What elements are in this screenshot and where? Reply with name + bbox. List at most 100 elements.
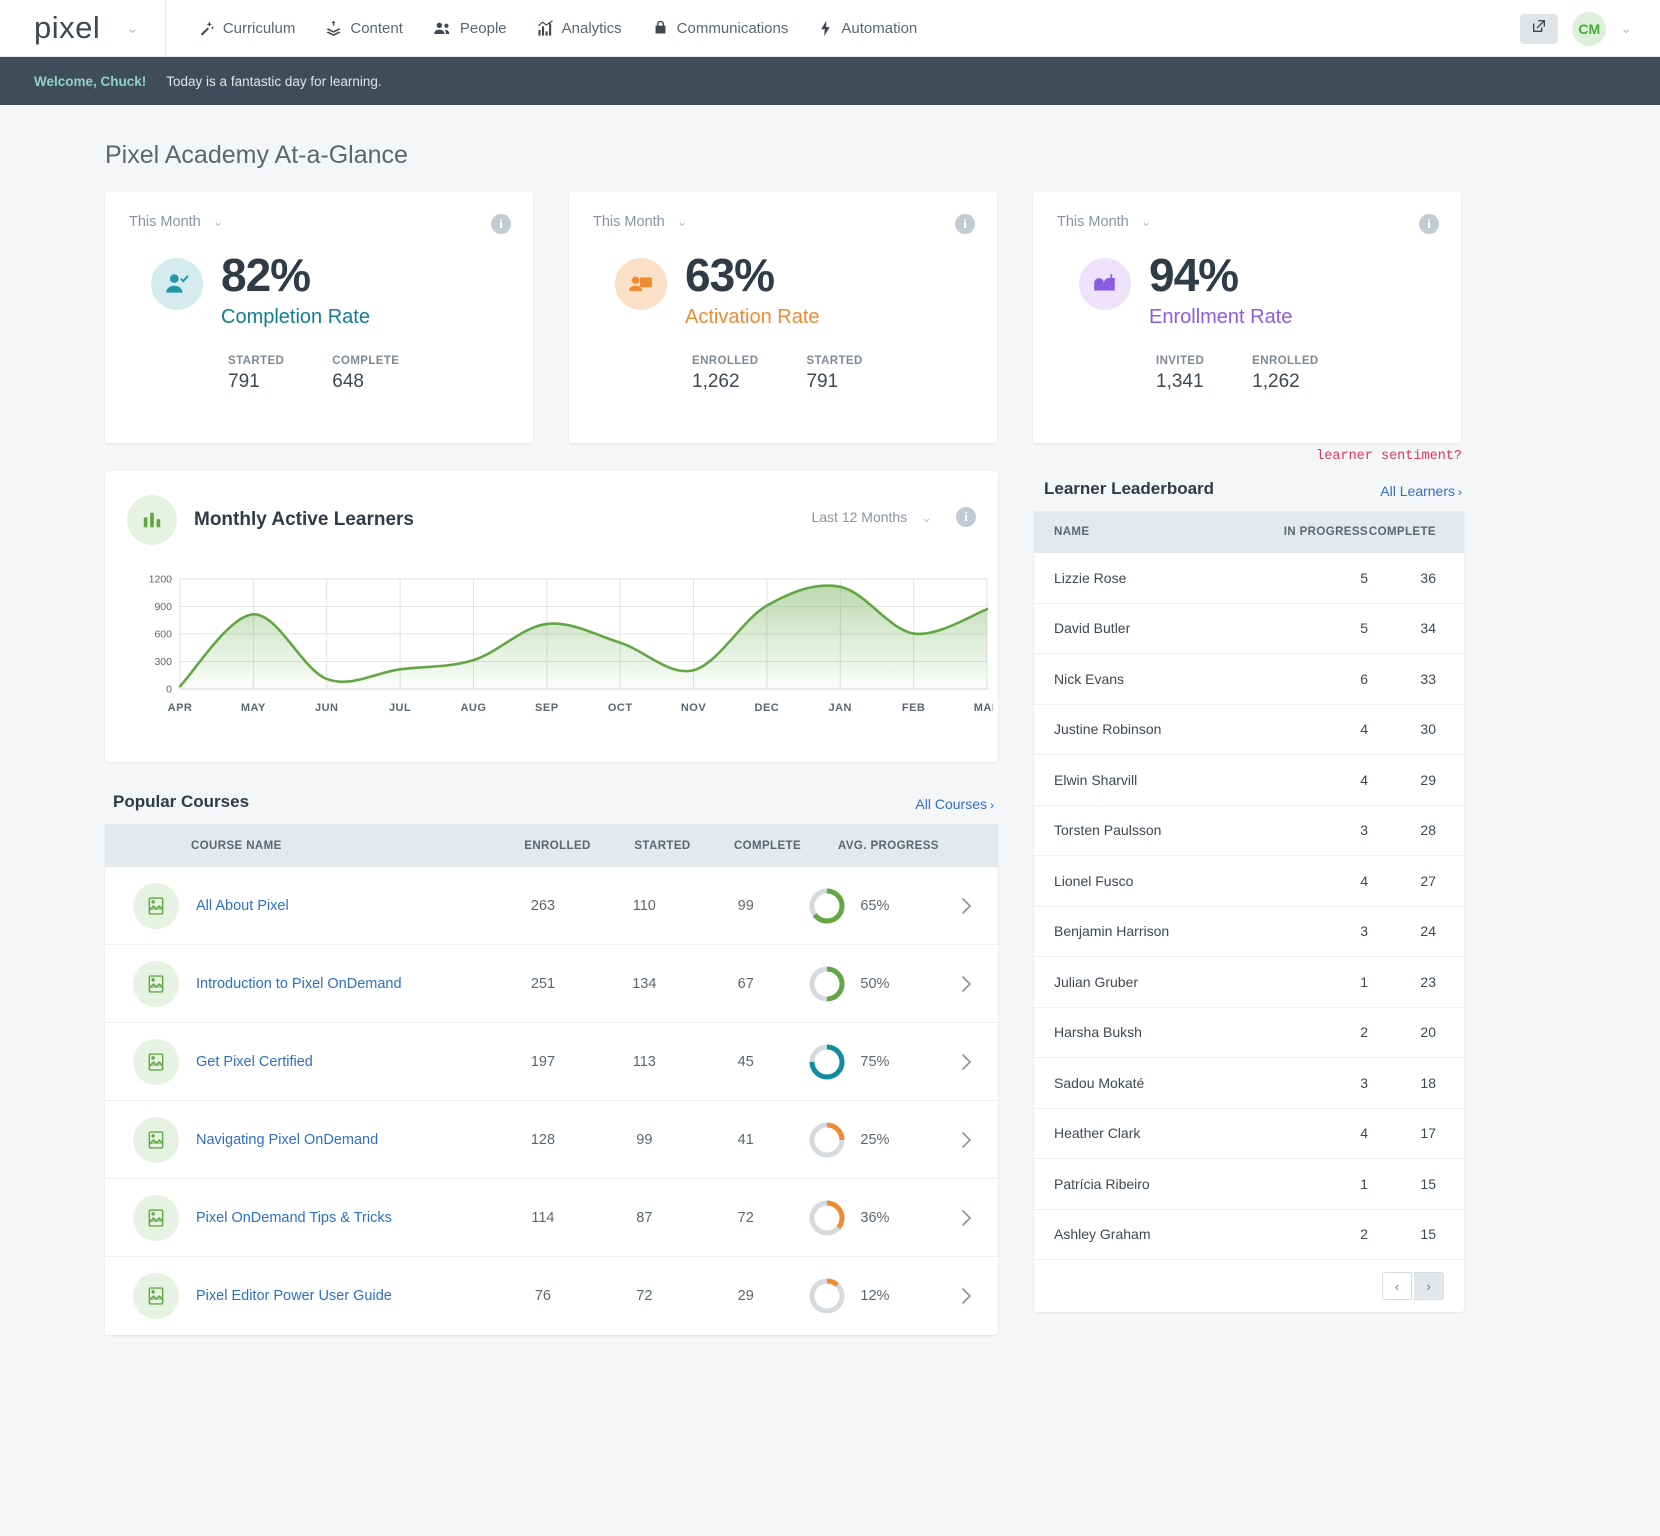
row-chevron-right-icon[interactable] [961, 1287, 998, 1305]
svg-text:JUL: JUL [389, 702, 411, 714]
cell-complete: 36 [1420, 569, 1436, 586]
nav-item-content[interactable]: Content [325, 20, 403, 37]
left-column: Monthly Active Learners Last 12 Months ⌄… [105, 471, 1000, 1335]
course-cell: Introduction to Pixel OnDemand [105, 960, 492, 1007]
table-row[interactable]: Heather Clark 4 17 [1034, 1109, 1464, 1159]
stat-sub-started: STARTED 791 [228, 355, 284, 393]
cell-in-progress: 4 [1360, 721, 1368, 738]
course-name-link[interactable]: Get Pixel Certified [196, 1054, 313, 1070]
table-row[interactable]: Ashley Graham 2 15 [1034, 1210, 1464, 1260]
right-column: learner sentiment? Learner Leaderboard A… [1034, 449, 1464, 1312]
table-row[interactable]: Lizzie Rose 5 36 [1034, 553, 1464, 604]
chevron-down-icon[interactable]: ⌄ [1141, 214, 1152, 230]
cell-complete: 41 [737, 1131, 754, 1148]
course-name-link[interactable]: Navigating Pixel OnDemand [196, 1132, 378, 1148]
stat-card-header[interactable]: This Month ⌄ [129, 214, 509, 230]
table-row[interactable]: Pixel Editor Power User Guide 76 72 29 1… [105, 1257, 998, 1335]
table-row[interactable]: Elwin Sharvill 4 29 [1034, 755, 1464, 806]
table-row[interactable]: Introduction to Pixel OnDemand 251 134 6… [105, 945, 998, 1023]
cell-avg-progress: 12% [796, 1277, 961, 1315]
table-row[interactable]: Patrícia Ribeiro 1 15 [1034, 1159, 1464, 1210]
table-row[interactable]: Navigating Pixel OnDemand 128 99 41 25% [105, 1101, 998, 1179]
chevron-down-icon[interactable]: ⌄ [677, 214, 688, 230]
cell-complete: 20 [1420, 1024, 1436, 1041]
nav-item-analytics[interactable]: Analytics [537, 20, 622, 37]
svg-text:600: 600 [154, 629, 172, 641]
row-chevron-right-icon[interactable] [961, 975, 998, 993]
chart-period-selector[interactable]: Last 12 Months ⌄ [811, 509, 932, 526]
stat-sub-key: ENROLLED [692, 355, 759, 367]
area-chart-svg: 0 300 600 900 1200 APR MAY JUN JUL AUG SEP OCT NOV DE… [149, 574, 1000, 715]
table-row[interactable]: Pixel OnDemand Tips & Tricks 114 87 72 3… [105, 1179, 998, 1257]
cell-complete: 67 [737, 975, 754, 992]
stat-sub-invited: INVITED 1,341 [1156, 355, 1204, 393]
cell-started: 72 [636, 1288, 653, 1304]
logo-area[interactable]: pixel ⌄ [0, 0, 139, 56]
column-header-name: NAME [1054, 526, 1090, 538]
nav-item-automation[interactable]: Automation [818, 20, 917, 37]
progress-percent: 75% [860, 1053, 890, 1070]
avatar[interactable]: CM [1572, 11, 1607, 46]
pagination-prev-button[interactable]: ‹ [1382, 1272, 1412, 1300]
course-name-link[interactable]: Pixel Editor Power User Guide [196, 1288, 392, 1304]
stat-subfigures: INVITED 1,341 ENROLLED 1,262 [1156, 355, 1437, 393]
info-icon[interactable]: i [1419, 214, 1439, 234]
nav-item-curriculum[interactable]: Curriculum [198, 20, 295, 37]
top-navigation-bar: pixel ⌄ Curriculum Content People Analyt… [0, 0, 1660, 57]
period-selector-label: This Month [1057, 214, 1129, 230]
table-row[interactable]: All About Pixel 263 110 99 65% [105, 867, 998, 945]
info-icon[interactable]: i [491, 214, 511, 234]
course-name-link[interactable]: Introduction to Pixel OnDemand [196, 976, 402, 992]
chart-plot-area: 0 300 600 900 1200 APR MAY JUN JUL AUG SEP OCT NOV DE… [127, 571, 1000, 726]
table-row[interactable]: Benjamin Harrison 3 24 [1034, 907, 1464, 957]
course-name-link[interactable]: All About Pixel [196, 898, 289, 914]
table-row[interactable]: Sadou Mokaté 3 18 [1034, 1058, 1464, 1109]
logo-chevron-down-icon[interactable]: ⌄ [126, 19, 139, 37]
progress-percent: 36% [860, 1209, 890, 1226]
table-row[interactable]: Torsten Paulsson 3 28 [1034, 806, 1464, 856]
stat-card-body: 94% Enrollment Rate [1057, 252, 1437, 329]
info-icon[interactable]: i [956, 507, 976, 527]
cell-complete: 27 [1420, 872, 1436, 889]
magic-wand-icon [198, 20, 215, 37]
table-row[interactable]: Harsha Buksh 2 20 [1034, 1008, 1464, 1058]
stat-card-enrollment-rate: This Month ⌄ i 94% Enrollment Rate INVIT… [1033, 192, 1461, 443]
all-learners-link[interactable]: All Learners › [1380, 483, 1462, 499]
table-row[interactable]: Julian Gruber 1 23 [1034, 957, 1464, 1008]
pagination-next-button[interactable]: › [1414, 1272, 1444, 1300]
cell-in-progress: 5 [1360, 569, 1368, 586]
info-icon[interactable]: i [955, 214, 975, 234]
table-row[interactable]: Nick Evans 6 33 [1034, 654, 1464, 705]
avatar-chevron-down-icon[interactable]: ⌄ [1620, 20, 1632, 37]
nav-item-communications[interactable]: Communications [652, 20, 788, 37]
all-courses-link[interactable]: All Courses › [915, 796, 994, 812]
row-chevron-right-icon[interactable] [961, 1053, 998, 1071]
stat-sub-key: ENROLLED [1252, 355, 1319, 367]
table-row[interactable]: Get Pixel Certified 197 113 45 75% [105, 1023, 998, 1101]
external-link-button[interactable] [1520, 13, 1559, 44]
stat-card-header[interactable]: This Month ⌄ [1057, 214, 1437, 230]
progress-percent: 25% [860, 1131, 890, 1148]
row-chevron-right-icon[interactable] [961, 897, 998, 915]
cell-complete: 29 [1420, 771, 1436, 788]
table-row[interactable]: David Butler 5 34 [1034, 604, 1464, 654]
course-name-link[interactable]: Pixel OnDemand Tips & Tricks [196, 1210, 392, 1226]
image-icon [133, 1038, 179, 1085]
table-row[interactable]: Lionel Fusco 4 27 [1034, 856, 1464, 907]
table-header-row: COURSE NAME ENROLLED STARTED COMPLETE AV… [105, 824, 998, 867]
svg-text:300: 300 [154, 656, 172, 668]
stat-card-header[interactable]: This Month ⌄ [593, 214, 973, 230]
monthly-active-learners-card: Monthly Active Learners Last 12 Months ⌄… [105, 471, 1000, 762]
cell-complete: 24 [1420, 923, 1436, 940]
row-chevron-right-icon[interactable] [961, 1131, 998, 1149]
chevron-down-icon[interactable]: ⌄ [213, 214, 224, 230]
presenter-icon [615, 258, 667, 310]
main-nav: Curriculum Content People Analytics Comm… [166, 20, 917, 37]
chevron-down-icon[interactable]: ⌄ [921, 510, 932, 525]
image-icon [133, 1273, 179, 1319]
stat-card-body: 63% Activation Rate [593, 252, 973, 329]
column-header-course-name: COURSE NAME [191, 839, 282, 852]
table-row[interactable]: Justine Robinson 4 30 [1034, 705, 1464, 755]
row-chevron-right-icon[interactable] [961, 1209, 998, 1227]
nav-item-people[interactable]: People [433, 20, 507, 37]
